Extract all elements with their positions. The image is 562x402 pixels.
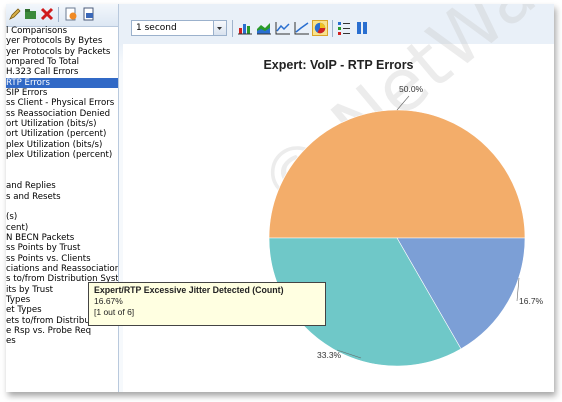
tree-item[interactable] xyxy=(6,202,118,212)
tree-item[interactable]: N BECN Packets xyxy=(6,233,118,243)
interval-select[interactable]: 1 second xyxy=(131,20,227,36)
tree-item[interactable]: ss Client - Physical Errors xyxy=(6,98,118,108)
tree-item[interactable]: ort Utilization (percent) xyxy=(6,129,118,139)
line-chart-icon[interactable] xyxy=(275,20,291,36)
slice-label: 33.3% xyxy=(317,350,342,360)
tree-item[interactable]: plex Utilization (percent) xyxy=(6,150,118,160)
legend-icon[interactable] xyxy=(336,20,352,36)
pie-chart xyxy=(268,95,526,367)
slice-label: 16.7% xyxy=(519,296,544,306)
tooltip-count: [1 out of 6] xyxy=(94,306,135,317)
chart-pane: 1 second NetWalker Expert: VoIP - RTP Er… xyxy=(119,4,554,392)
tree-item[interactable]: ort Utilization (bits/s) xyxy=(6,119,118,129)
navigation-pane: l Comparisons yer Protocols By Bytes yer… xyxy=(6,4,119,392)
tree-item[interactable]: l Comparisons xyxy=(6,26,118,36)
chart-area: © NetWalker Expert: VoIP - RTP Errors 50… xyxy=(123,4,554,392)
tree-item[interactable] xyxy=(6,160,118,170)
toolbar-separator xyxy=(232,20,233,37)
left-toolbar xyxy=(6,4,118,27)
tooltip-title: Expert/RTP Excessive Jitter Detected (Co… xyxy=(94,285,284,295)
tree-item[interactable] xyxy=(6,171,118,181)
tree-item[interactable]: e Rsp vs. Probe Req xyxy=(6,326,118,336)
tree-item[interactable]: es xyxy=(6,336,118,346)
pie-chart-icon[interactable] xyxy=(312,20,328,36)
pause-icon[interactable] xyxy=(354,20,370,36)
tree-item[interactable]: ciations and Reassociations xyxy=(6,264,118,274)
toolbar-separator xyxy=(58,7,59,22)
add-folder-icon[interactable] xyxy=(24,7,38,21)
app-window: l Comparisons yer Protocols By Bytes yer… xyxy=(6,4,554,392)
tree-item[interactable]: H.323 Call Errors xyxy=(6,67,118,77)
tree-item[interactable]: ss Points vs. Clients xyxy=(6,254,118,264)
label-leader-line xyxy=(396,95,410,111)
tree-item[interactable]: ss Points by Trust xyxy=(6,243,118,253)
interval-select-value: 1 second xyxy=(136,23,177,33)
bar-chart-icon[interactable] xyxy=(237,20,253,36)
tree-item[interactable]: ompared To Total xyxy=(6,57,118,67)
tree-item[interactable]: cent) xyxy=(6,223,118,233)
delete-icon[interactable] xyxy=(40,7,54,21)
pie-slice[interactable] xyxy=(268,109,526,239)
export-icon[interactable] xyxy=(64,7,78,21)
tree-item[interactable]: yer Protocols by Packets xyxy=(6,47,118,57)
print-icon[interactable] xyxy=(82,7,96,21)
area-chart-icon[interactable] xyxy=(256,20,272,36)
tree-item[interactable]: SIP Errors xyxy=(6,88,118,98)
tooltip-percent: 16.67% xyxy=(94,296,123,306)
step-line-chart-icon[interactable] xyxy=(294,20,310,36)
tree-item[interactable]: ss Reassociation Denied xyxy=(6,109,118,119)
tree-item[interactable]: yer Protocols By Bytes xyxy=(6,36,118,46)
edit-icon[interactable] xyxy=(8,7,22,21)
toolbar-separator xyxy=(332,20,333,37)
slice-tooltip: Expert/RTP Excessive Jitter Detected (Co… xyxy=(88,282,326,326)
chart-toolbar: 1 second xyxy=(119,4,554,44)
tree-item[interactable]: (s) xyxy=(6,212,118,222)
tree-item[interactable]: s and Resets xyxy=(6,192,118,202)
tree-item[interactable]: and Replies xyxy=(6,181,118,191)
tree-item[interactable]: plex Utilization (bits/s) xyxy=(6,140,118,150)
chevron-down-icon[interactable] xyxy=(213,21,226,35)
tree-item-selected[interactable]: RTP Errors xyxy=(6,77,118,89)
slice-label: 50.0% xyxy=(399,84,424,94)
